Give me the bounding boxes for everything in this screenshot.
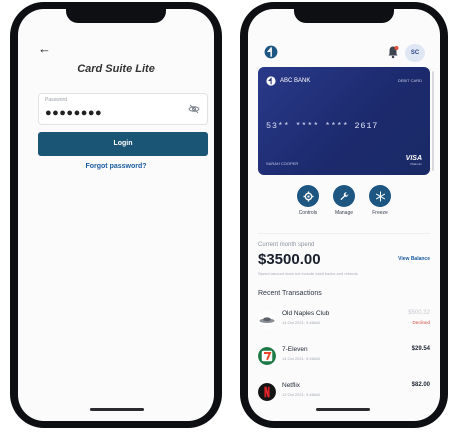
transaction-name: Netflix [282,382,301,389]
wrench-icon [339,191,348,200]
spend-label: Current month spend [258,242,315,248]
dashboard-screen: SC ABC BANK DEBIT CARD 53** **** **** 26… [248,9,440,421]
phone-notch [66,9,166,23]
transaction-row[interactable]: 7-Eleven 14 Oct 2021, 9:46AM $29.54 [258,345,430,377]
home-indicator [90,408,144,411]
back-arrow-icon[interactable]: ← [38,41,51,56]
transaction-amount: $29.54 [411,346,430,352]
recent-transactions-title: Recent Transactions [258,290,322,297]
manage-action-button[interactable]: Manage [324,185,364,216]
card-holder-name: SARAH COOPER [266,161,299,166]
dashboard-phone-frame: SC ABC BANK DEBIT CARD 53** **** **** 26… [240,2,448,428]
spend-note: Spend amount does not include cash backs… [258,271,358,276]
card-network-tier: Platinum [410,162,422,166]
transaction-date: 14 Oct 2021, 9:46AM [282,356,320,361]
login-screen: ← Card Suite Lite Password ●●●●●●●● Logi… [18,9,214,421]
password-field-value: ●●●●●●●● [45,107,103,119]
bank-name: ABC BANK [280,78,311,84]
freeze-action-button[interactable]: Freeze [360,185,400,216]
user-avatar[interactable]: SC [405,44,425,62]
seven-eleven-logo-icon [258,347,276,365]
forgot-password-link[interactable]: Forgot password? [18,163,214,170]
section-divider [258,233,430,234]
controls-action-button[interactable]: Controls [288,185,328,216]
view-balance-link[interactable]: View Balance [398,256,430,262]
eye-off-icon[interactable] [188,103,200,115]
password-field-label: Password [45,97,67,103]
controls-label: Controls [298,210,318,216]
card-network: VISA [405,155,422,162]
card-actions: Controls Manage Freeze [248,185,440,229]
login-phone-frame: ← Card Suite Lite Password ●●●●●●●● Logi… [10,2,222,428]
transaction-amount: $500.32 [408,310,430,316]
scrollbar[interactable] [432,71,434,171]
transaction-amount: $82.00 [411,382,430,388]
bank-logo-icon [266,76,276,86]
spend-amount: $3500.00 [258,251,321,268]
login-button[interactable]: Login [38,132,208,156]
transaction-name: 7-Eleven [282,346,308,353]
debit-card[interactable]: ABC BANK DEBIT CARD 53** **** **** 2617 … [258,67,430,175]
snowflake-icon [375,190,385,202]
netflix-logo-icon [258,383,276,401]
restaurant-logo-icon [258,311,276,329]
transaction-row[interactable]: Old Naples Club 14 Oct 2021, 9:46AM $500… [258,309,430,341]
manage-label: Manage [334,210,354,216]
transaction-name: Old Naples Club [282,310,330,317]
transaction-date: 12 Oct 2021, 9:46AM [282,392,320,397]
gear-icon [302,190,314,202]
home-indicator [316,408,370,411]
password-field[interactable]: Password ●●●●●●●● [38,93,208,125]
app-logo-icon [264,45,278,59]
card-number: 53** **** **** 2617 [266,121,379,131]
visa-logo: VISA Platinum [406,155,422,166]
freeze-label: Freeze [372,210,388,216]
card-type: DEBIT CARD [397,78,422,83]
transaction-status: Declined [412,320,430,325]
transaction-date: 14 Oct 2021, 9:46AM [282,320,320,325]
app-title: Card Suite Lite [77,63,155,75]
notification-bell-icon[interactable] [387,45,399,59]
phone-notch [294,9,394,23]
